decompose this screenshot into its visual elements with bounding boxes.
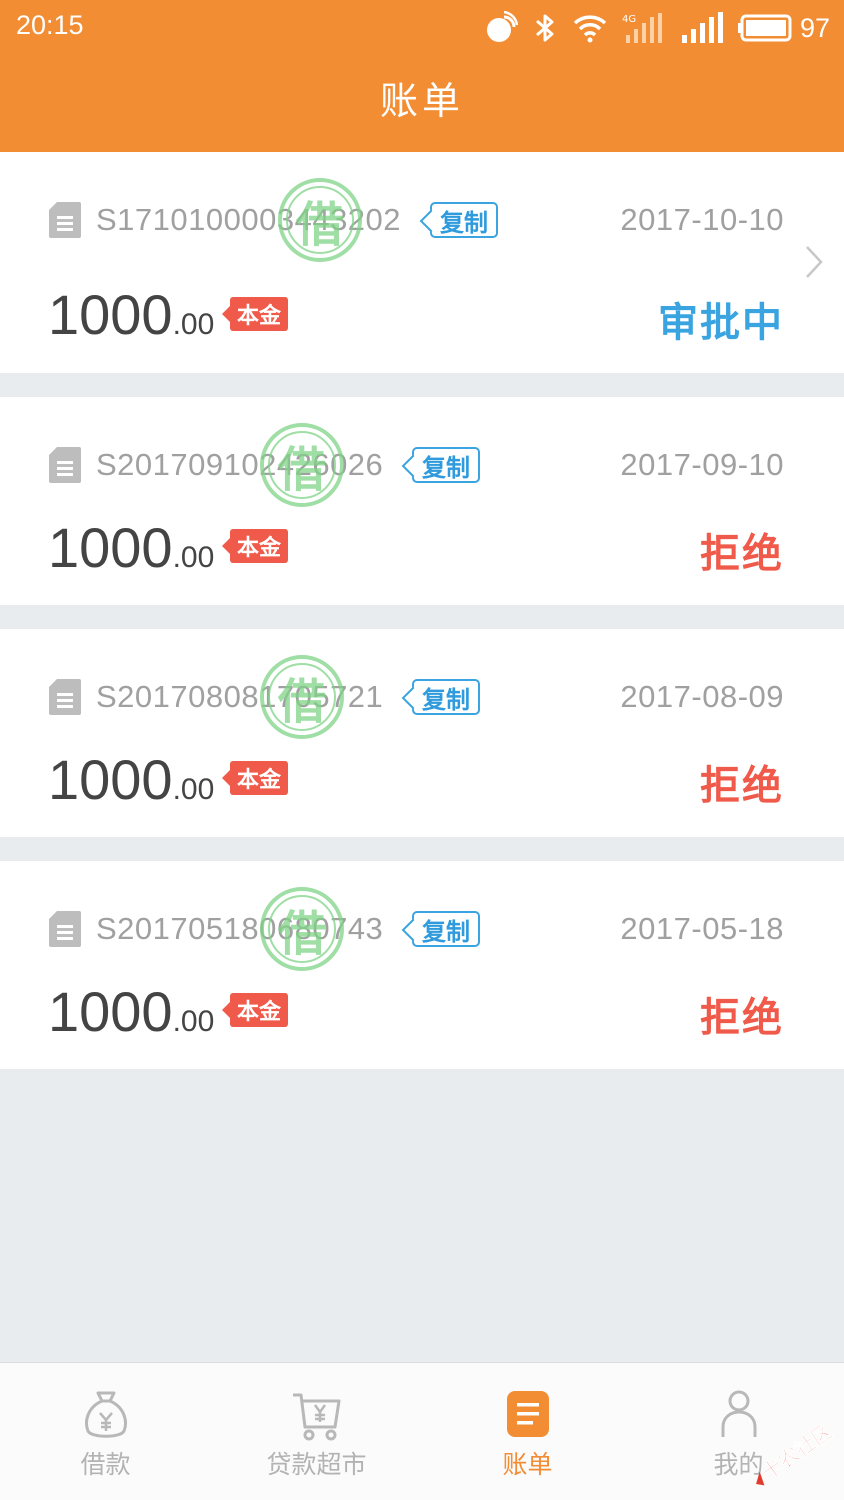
bill-status: 审批中 — [658, 300, 784, 346]
cart-icon — [292, 1393, 340, 1441]
stamp-text: 借 — [277, 906, 326, 962]
amount-decimal: .00 — [172, 1005, 215, 1038]
bill-date: 2017-08-09 — [620, 679, 784, 714]
bottom-tab-bar: 借款 贷款超市 账单 我的 — [0, 1362, 844, 1500]
tab-label: 借款 — [80, 1450, 131, 1479]
battery-icon — [737, 14, 792, 42]
app-header: 20:15 4G 97 账单 — [0, 0, 844, 152]
bill-status: 拒绝 — [700, 531, 784, 577]
copy-button[interactable]: 复制 — [412, 679, 480, 715]
status-time: 20:15 — [16, 10, 84, 40]
bill-amount: 1000.00 — [48, 747, 214, 812]
bill-amount: 1000.00 — [48, 979, 214, 1044]
copy-label: 复制 — [440, 208, 488, 237]
bill-status: 拒绝 — [700, 995, 784, 1041]
loan-stamp: 借 — [260, 887, 344, 971]
copy-button[interactable]: 复制 — [412, 447, 480, 483]
copy-button[interactable]: 复制 — [412, 911, 480, 947]
amount-integer: 1000 — [48, 516, 173, 579]
document-icon — [49, 679, 81, 715]
battery-percent: 97 — [799, 12, 830, 43]
amount-integer: 1000 — [48, 980, 173, 1043]
principal-tag: 本金 — [222, 761, 288, 795]
page-title: 账单 — [379, 79, 464, 123]
amount-integer: 1000 — [48, 283, 173, 346]
copy-button[interactable]: 复制 — [430, 202, 498, 238]
copy-label: 复制 — [422, 917, 470, 946]
bill-date: 2017-09-10 — [620, 447, 784, 482]
watermark-logo: 卡农社区 — [756, 1426, 836, 1486]
copy-label: 复制 — [422, 685, 470, 714]
amount-decimal: .00 — [172, 308, 215, 341]
status-bar: 20:15 4G 97 — [0, 0, 844, 56]
bill-card[interactable]: S201705180680743 借 复制 2017-05-18 1000.00… — [0, 861, 844, 1069]
principal-tag: 本金 — [222, 297, 288, 331]
stamp-text: 借 — [295, 197, 344, 253]
wifi-icon — [573, 15, 607, 43]
bill-card[interactable]: S201709102426026 借 复制 2017-09-10 1000.00… — [0, 397, 844, 605]
amount-decimal: .00 — [172, 541, 215, 574]
loan-stamp: 借 — [260, 655, 344, 739]
bill-amount: 1000.00 — [48, 515, 214, 580]
tab-label: 贷款超市 — [266, 1450, 367, 1479]
loan-stamp: 借 — [278, 178, 362, 262]
tab-label: 账单 — [502, 1450, 553, 1479]
amount-decimal: .00 — [172, 773, 215, 806]
document-icon — [49, 202, 81, 238]
bill-status: 拒绝 — [700, 763, 784, 809]
bill-card[interactable]: S201708081705721 借 复制 2017-08-09 1000.00… — [0, 629, 844, 837]
nfc-icon — [486, 11, 518, 42]
stamp-text: 借 — [277, 442, 326, 498]
chevron-right-icon — [806, 246, 823, 278]
stamp-text: 借 — [277, 674, 326, 730]
loan-stamp: 借 — [260, 423, 344, 507]
status-icons: 4G 97 — [484, 8, 830, 48]
money-bag-icon — [84, 1391, 127, 1438]
tab-bill[interactable]: 账单 — [422, 1363, 633, 1500]
4g-signal-icon: 4G — [622, 13, 662, 43]
bill-card[interactable]: S1710100003443202 借 复制 2017-10-10 1000.0… — [0, 152, 844, 373]
document-icon — [49, 447, 81, 483]
tab-loan[interactable]: 借款 — [0, 1363, 211, 1500]
bluetooth-icon — [535, 14, 554, 42]
principal-tag: 本金 — [222, 993, 288, 1027]
svg-text:4G: 4G — [622, 14, 636, 25]
signal-icon — [681, 12, 723, 43]
document-icon — [49, 911, 81, 947]
bill-amount: 1000.00 — [48, 282, 214, 347]
tab-loan-market[interactable]: 贷款超市 — [211, 1363, 422, 1500]
bill-date: 2017-05-18 — [620, 911, 784, 946]
amount-integer: 1000 — [48, 748, 173, 811]
principal-tag: 本金 — [222, 529, 288, 563]
bill-icon — [506, 1391, 549, 1437]
copy-label: 复制 — [422, 453, 470, 482]
watermark-text: 卡农社区 — [757, 1426, 836, 1484]
bill-date: 2017-10-10 — [620, 202, 784, 237]
